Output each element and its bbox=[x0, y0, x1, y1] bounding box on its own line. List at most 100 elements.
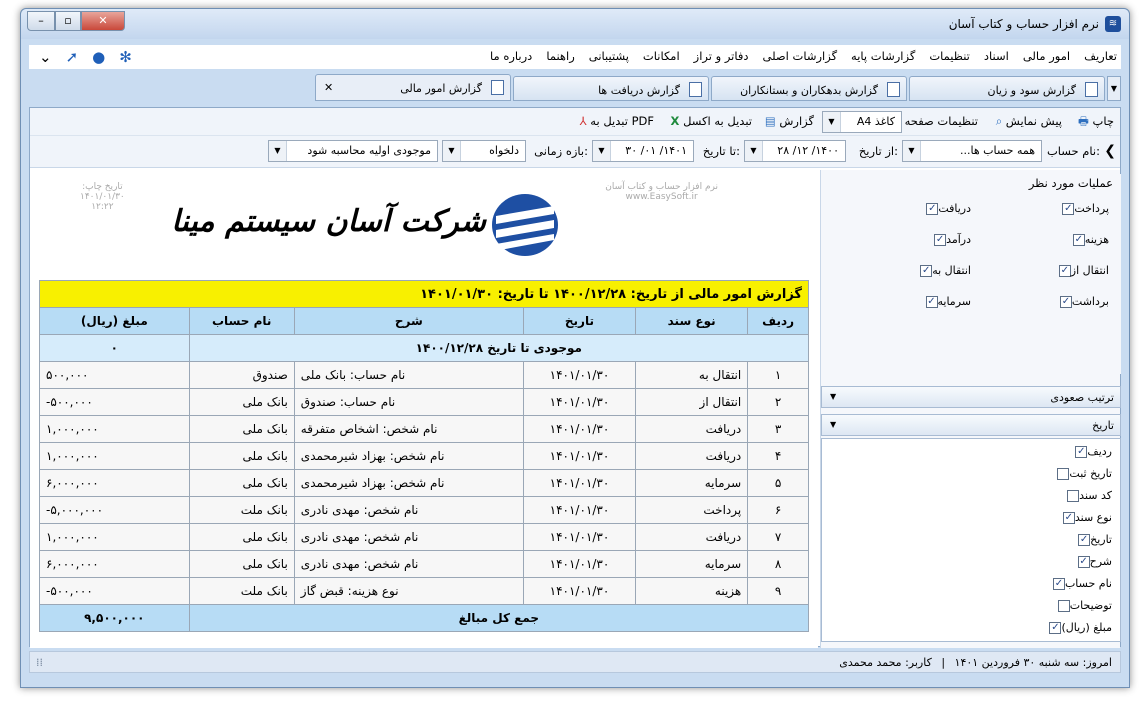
table-cell: نام شخص: مهدی نادری bbox=[293, 523, 524, 551]
tab-receipts[interactable]: گزارش دریافت ها bbox=[513, 76, 709, 101]
checkbox-label: ردیف bbox=[1087, 445, 1112, 458]
column-header: شرح bbox=[293, 307, 524, 335]
menu-item[interactable]: گزارشات اصلی bbox=[763, 49, 838, 63]
column-checkbox[interactable]: ✓ شرح bbox=[1073, 555, 1112, 568]
table-cell: ۷ bbox=[747, 523, 809, 551]
chevron-down-icon: ▼ bbox=[745, 141, 763, 161]
menu-item[interactable]: دفاتر و تراز bbox=[694, 49, 749, 63]
checkbox-label: انتقال به bbox=[932, 264, 971, 277]
table-cell: ۱۴۰۱/۰۱/۳۰ bbox=[522, 550, 637, 578]
pdf-icon: ⅄ bbox=[579, 114, 587, 128]
checkbox-label: هزینه bbox=[1084, 233, 1109, 246]
chevron-left-icon[interactable]: ❮ bbox=[1104, 143, 1116, 159]
watermark: نرم افزار حساب و کتاب آسان www.EasySoft.… bbox=[605, 182, 718, 202]
sort-order-header[interactable]: ترتیب صعودی ▼ bbox=[821, 386, 1121, 408]
resize-grip-icon[interactable]: ⁞⁞ bbox=[36, 656, 43, 669]
table-row: ۶ پرداخت ۱۴۰۱/۰۱/۳۰ نام شخص: مهدی نادری بانک… bbox=[39, 496, 809, 524]
column-checkbox[interactable]: ✓ نام حساب bbox=[1048, 577, 1112, 590]
table-row: ۲ انتقال از ۱۴۰۱/۰۱/۳۰ نام حساب: صندوق بانک … bbox=[39, 388, 809, 416]
chevron-down-icon[interactable]: ⌄ bbox=[39, 48, 52, 66]
total-amount: ۹,۵۰۰,۰۰۰ bbox=[39, 604, 190, 632]
column-checkbox[interactable]: ✓ ردیف bbox=[1070, 445, 1112, 458]
excel-export-button[interactable]: X تبدیل به اکسل bbox=[671, 114, 752, 128]
column-checkbox[interactable]: ✓ مبلغ (ریال) bbox=[1044, 621, 1112, 634]
column-checkbox[interactable]: تاریخ ثبت bbox=[1052, 467, 1112, 480]
operation-checkbox[interactable]: ✓ دریافت bbox=[921, 202, 971, 215]
table-cell: سرمایه bbox=[635, 550, 749, 578]
chevron-down-icon: ▼ bbox=[443, 141, 461, 161]
table-cell: -۵۰۰,۰۰۰ bbox=[39, 577, 190, 605]
app-logo-icon: ≋ bbox=[1105, 16, 1121, 32]
table-cell: ۱۴۰۱/۰۱/۳۰ bbox=[522, 469, 637, 497]
column-checkbox[interactable]: ✓ تاریخ bbox=[1073, 533, 1112, 546]
operation-checkbox[interactable]: ✓ هزینه bbox=[1068, 233, 1109, 246]
close-button[interactable]: ✕ bbox=[81, 11, 125, 31]
operation-checkbox[interactable]: ✓ انتقال به bbox=[915, 264, 971, 277]
user-icon[interactable]: ● bbox=[92, 48, 105, 66]
menu-item[interactable]: درباره ما bbox=[490, 49, 532, 63]
table-cell: ۱,۰۰۰,۰۰۰ bbox=[39, 523, 190, 551]
checkbox-label: تاریخ ثبت bbox=[1069, 467, 1112, 480]
table-cell: ۵ bbox=[747, 469, 809, 497]
period-select[interactable]: دلخواه ▼ bbox=[442, 140, 526, 162]
preview-button[interactable]: ⌕ پیش نمایش bbox=[996, 114, 1062, 129]
column-checkbox[interactable]: کد سند bbox=[1062, 489, 1112, 502]
operation-checkbox[interactable]: ✓ پرداخت bbox=[1057, 202, 1109, 215]
table-cell: بانک ملی bbox=[188, 442, 295, 470]
report-icon bbox=[689, 82, 702, 97]
menu-item[interactable]: امکانات bbox=[643, 49, 680, 63]
operation-checkbox[interactable]: ✓ سرمایه bbox=[921, 295, 971, 308]
opening-balance-select[interactable]: موجودی اولیه محاسبه شود ▼ bbox=[268, 140, 438, 162]
checkbox-icon: ✓ bbox=[1052, 578, 1065, 590]
operation-checkbox[interactable]: ✓ درآمد bbox=[929, 233, 971, 246]
paper-size-select[interactable]: کاغذ A4 ▼ bbox=[822, 111, 902, 133]
pdf-export-button[interactable]: ⅄ تبدیل به PDF bbox=[580, 114, 654, 128]
account-select[interactable]: همه حساب ها... ▼ bbox=[902, 140, 1042, 162]
print-button[interactable]: 🖶 چاپ bbox=[1078, 114, 1114, 133]
report-table: گزارش امور مالی از تاریخ: ۱۴۰۰/۱۲/۲۸ تا … bbox=[39, 280, 810, 632]
menu-list: تعاریف امور مالی اسناد تنظیمات گزارشات پایه گ… bbox=[490, 49, 1117, 63]
maximize-button[interactable]: ▫ bbox=[55, 11, 81, 31]
checkbox-icon: ✓ bbox=[934, 234, 947, 246]
tab-financial-report[interactable]: گزارش امور مالی ✕ bbox=[315, 74, 511, 101]
minimize-button[interactable]: – bbox=[27, 11, 55, 31]
menu-item[interactable]: اسناد bbox=[984, 49, 1009, 63]
total-row: جمع کل مبالغ ۹,۵۰۰,۰۰۰ bbox=[39, 604, 810, 632]
table-cell: ۶ bbox=[747, 496, 809, 524]
table-cell: ۱۴۰۱/۰۱/۳۰ bbox=[522, 442, 637, 470]
menu-item[interactable]: پشتیبانی bbox=[589, 49, 629, 63]
column-checkbox[interactable]: ✓ نوع سند bbox=[1058, 511, 1112, 524]
report-button[interactable]: ▤ گزارش bbox=[765, 114, 814, 128]
menu-item[interactable]: امور مالی bbox=[1023, 49, 1070, 63]
operations-panel: عملیات مورد نظر ✓ پرداخت ✓ دریافت ✓ هزینه ✓ درآ… bbox=[821, 174, 1121, 374]
from-date-input[interactable]: ۱۴۰۰/ ۱۲/ ۲۸ ▼ bbox=[744, 140, 846, 162]
menu-item[interactable]: تعاریف bbox=[1084, 49, 1117, 63]
tab-list-dropdown-icon[interactable]: ▼ bbox=[1107, 76, 1121, 101]
operation-checkbox[interactable]: ✓ برداشت bbox=[1055, 295, 1109, 308]
tab-profit-loss[interactable]: گزارش سود و زیان bbox=[909, 76, 1105, 101]
gear-icon[interactable]: ✻ bbox=[119, 48, 132, 66]
checkbox-label: توضیحات bbox=[1069, 599, 1112, 612]
close-tab-icon[interactable]: ✕ bbox=[324, 81, 333, 94]
table-cell: نام حساب: بانک ملی bbox=[293, 361, 524, 389]
options-sidebar: عملیات مورد نظر ✓ پرداخت ✓ دریافت ✓ هزینه ✓ درآ… bbox=[820, 170, 1121, 648]
chevron-down-icon: ▼ bbox=[830, 392, 837, 401]
menu-item[interactable]: گزارشات پایه bbox=[851, 49, 915, 63]
menu-tools: ⌄ ➚ ● ✻ bbox=[39, 48, 132, 66]
table-cell: انتقال به bbox=[635, 361, 749, 389]
checkbox-label: انتقال از bbox=[1070, 264, 1109, 277]
checkbox-icon bbox=[1067, 490, 1080, 502]
table-cell: نام شخص: بهزاد شیرمحمدی bbox=[293, 442, 524, 470]
page-settings-button[interactable]: ▯ تنظیمات صفحه bbox=[895, 114, 978, 128]
menu-item[interactable]: تنظیمات bbox=[929, 49, 970, 63]
column-checkbox[interactable]: توضیحات bbox=[1053, 599, 1112, 612]
sort-field-select[interactable]: تاریخ ▼ bbox=[821, 414, 1121, 436]
checkbox-icon: ✓ bbox=[1062, 203, 1075, 215]
arrow-up-right-icon[interactable]: ➚ bbox=[66, 48, 79, 66]
table-cell: نام شخص: اشخاص متفرقه bbox=[293, 415, 524, 443]
operation-checkbox[interactable]: ✓ انتقال از bbox=[1054, 264, 1109, 277]
report-icon bbox=[491, 80, 504, 95]
to-date-input[interactable]: ۱۴۰۱/ ۰۱/ ۳۰ ▼ bbox=[592, 140, 694, 162]
tab-debtors-creditors[interactable]: گزارش بدهکاران و بستانکاران bbox=[711, 76, 907, 101]
menu-item[interactable]: راهنما bbox=[546, 49, 574, 63]
